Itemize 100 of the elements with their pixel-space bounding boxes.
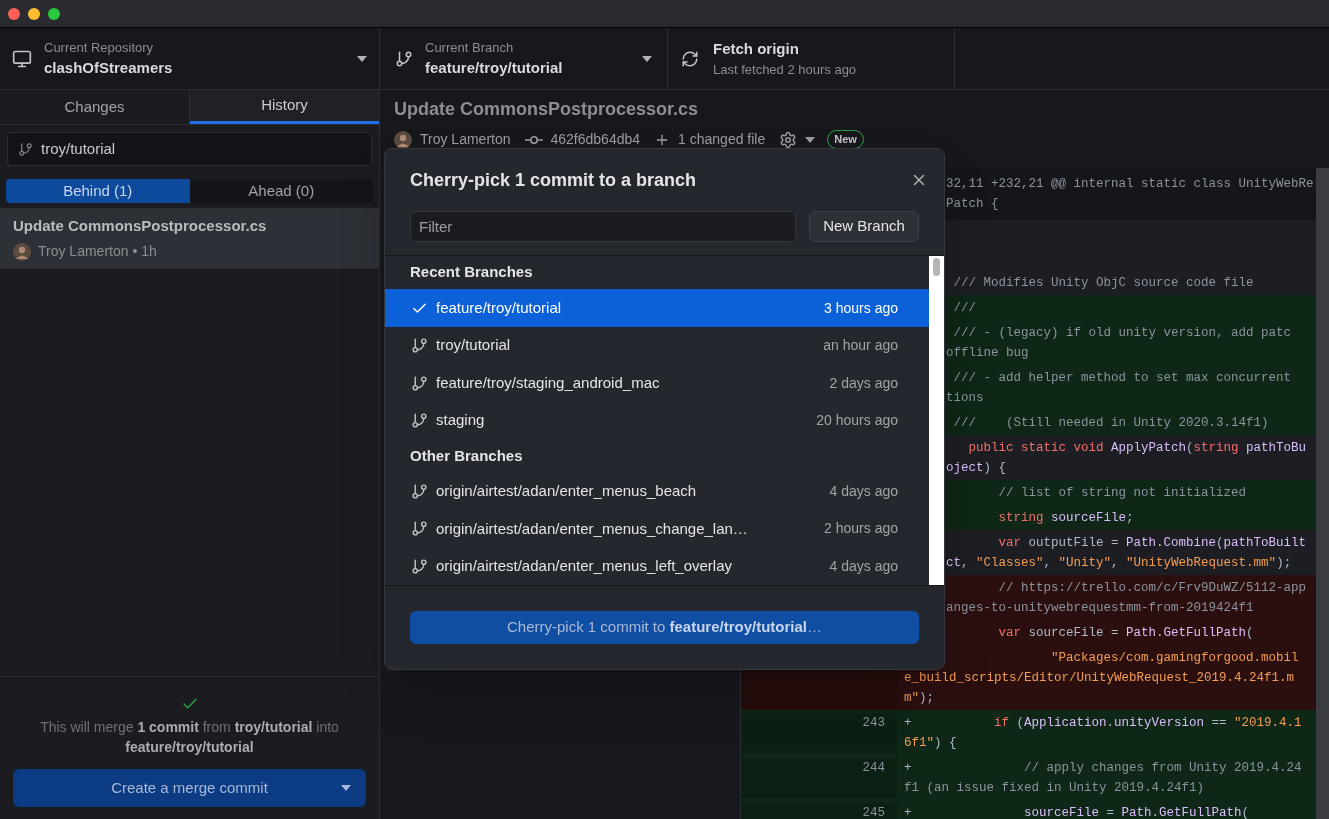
branch-name: origin/airtest/adan/enter_menus_change_lan… [436,518,749,539]
compare-tab[interactable]: Ahead (0) [189,179,373,203]
caret-icon [805,136,816,143]
branch-name: origin/airtest/adan/enter_menus_left_overlay [436,556,733,576]
branch-name: feature/troy/tutorial [436,297,563,318]
repository-name: clashOfStreamers [44,58,174,78]
commit-author: Troy Lamerton [420,130,511,149]
branch-icon [411,337,428,354]
branch-time: 4 days ago [829,481,898,501]
dialog-title: Cherry-pick 1 commit to a branch [410,168,697,192]
merge-message: This will merge 1 commit from troy/tutorial into feature/troy/tutorial [39,718,340,757]
commit-title: Update CommonsPostprocessor.cs [13,215,268,236]
branch-name: staging [436,410,486,431]
sidebar-tab[interactable]: History [190,90,379,124]
code-line: 6f1") { [904,735,957,752]
branch-item[interactable]: feature/troy/tutorial 3 hours ago [385,289,929,327]
code-line: "Packages/com.gamingforgood.mobil [1050,650,1299,667]
compare-tab[interactable]: Behind (1) [6,179,190,203]
code-line: e_build_scripts/Editor/UnityWebRequest_2019.4.24f1.m [904,670,1295,687]
commit-icon [524,135,543,144]
commit-sha: 462f6db64db4 [550,130,641,149]
fetch-label: Fetch origin [713,38,800,59]
branch-selector[interactable]: Current Branch feature/troy/tutorial [380,28,668,89]
branch-name: troy/tutorial [436,335,512,356]
changed-files: 1 changed file [678,130,766,149]
branch-icon [395,49,413,68]
code-line: Patch { [946,196,999,213]
code-line: var outputFile = Path.Combine(pathToBuilt [997,535,1307,552]
branch-time: 2 hours ago [824,519,898,539]
branch-icon [411,520,428,538]
group-header: Recent Branches [410,262,533,283]
branch-filter-field[interactable]: troy/tutorial [7,132,372,166]
code-line: tions [946,390,984,407]
zoom-window-button[interactable] [48,7,60,20]
close-window-button[interactable] [8,7,20,20]
line-number: 243 [862,715,885,732]
fetch-button[interactable]: Fetch origin Last fetched 2 hours ago [668,28,955,89]
branch-label: Current Branch [425,38,515,57]
code-line: ct, "Classes", "Unity", "UnityWebRequest.mm"); [946,555,1292,572]
repository-label: Current Repository [44,38,155,57]
branch-time: 3 hours ago [824,298,898,318]
computer-icon [12,48,32,69]
code-line: f1 (an issue fixed in Unity 2019.4.24f1) [904,780,1205,797]
code-line: + if (Application.unityVersion == "2019.4.1 [904,715,1302,732]
code-line: /// [952,300,976,317]
sync-icon [681,49,699,68]
branch-name: feature/troy/staging_android_mac [436,372,661,393]
branch-time: an hour ago [823,336,898,355]
line-number: 245 [862,805,885,819]
filter-field[interactable]: Filter [410,211,796,242]
line-number: 244 [862,760,885,777]
code-line: anges-to-unitywebrequestmm-from-2019424f1 [946,600,1254,617]
branch-item[interactable]: origin/airtest/adan/enter_menus_beach 4 days ago [385,472,929,510]
branch-item[interactable]: feature/troy/staging_android_mac 2 days ago [385,364,929,402]
new-branch-button[interactable]: New Branch [809,211,919,242]
branch-filter-value: troy/tutorial [41,138,116,159]
code-line: offline bug [946,345,1029,362]
code-line: public static void ApplyPatch(string pathToBu [967,440,1307,457]
branch-name: origin/airtest/adan/enter_menus_beach [436,481,698,501]
code-line: 32,11 +232,21 @@ internal static class UnityWebRe [946,176,1314,193]
code-line: // list of string not initialized [997,485,1247,502]
code-line: oject) { [946,460,1007,477]
branch-name: feature/troy/tutorial [425,58,564,78]
repository-selector[interactable]: Current Repository clashOfStreamers [0,28,380,89]
commit-item[interactable]: Update CommonsPostprocessor.cs Troy Lamerton • 1h [0,209,379,269]
settings-icon[interactable] [779,130,798,149]
branch-icon [411,557,428,575]
code-line: /// - (legacy) if old unity version, add patc [952,325,1292,342]
branch-icon [411,374,428,392]
branch-item[interactable]: origin/airtest/adan/enter_menus_left_overlay 4 days ago [385,547,929,585]
code-line: m"); [904,690,935,707]
code-line: /// - add helper method to set max concurrent [952,370,1292,387]
caret-icon [341,785,351,791]
branch-time: 4 days ago [829,556,898,576]
avatar-icon [13,242,31,261]
code-line: string sourceFile; [997,510,1134,527]
branch-icon [18,141,33,157]
branch-item[interactable]: troy/tutorial an hour ago [385,326,929,365]
code-line: /// (Still needed in Unity 2020.3.14f1) [952,415,1269,432]
fetch-detail: Last fetched 2 hours ago [713,61,857,79]
group-header: Other Branches [410,445,523,466]
commit-byline: Troy Lamerton • 1h [38,242,157,262]
code-line: // https://trello.com/c/Frv9DuWZ/5112-app [997,580,1307,597]
branch-time: 20 hours ago [816,411,898,430]
branch-icon [411,482,428,500]
caret-icon [642,55,652,62]
minimize-window-button[interactable] [28,7,40,20]
code-line: var sourceFile = Path.GetFullPath( [997,625,1254,642]
scrollbar[interactable] [1316,168,1329,819]
merge-button[interactable]: Create a merge commit [13,769,366,807]
branch-icon [411,412,428,429]
commit-heading: Update CommonsPostprocessor.cs [394,98,700,121]
branch-time: 2 days ago [829,373,898,393]
branch-item[interactable]: origin/airtest/adan/enter_menus_change_lan… 2 hours ago [385,510,929,548]
avatar-icon [394,130,412,149]
caret-icon [357,55,367,62]
cherry-pick-button[interactable]: Cherry-pick 1 commit to feature/troy/tutorial… [410,611,919,644]
branch-item[interactable]: staging 20 hours ago [385,401,929,440]
scrollbar[interactable] [929,256,944,585]
code-line: + // apply changes from Unity 2019.4.24 [904,760,1302,777]
